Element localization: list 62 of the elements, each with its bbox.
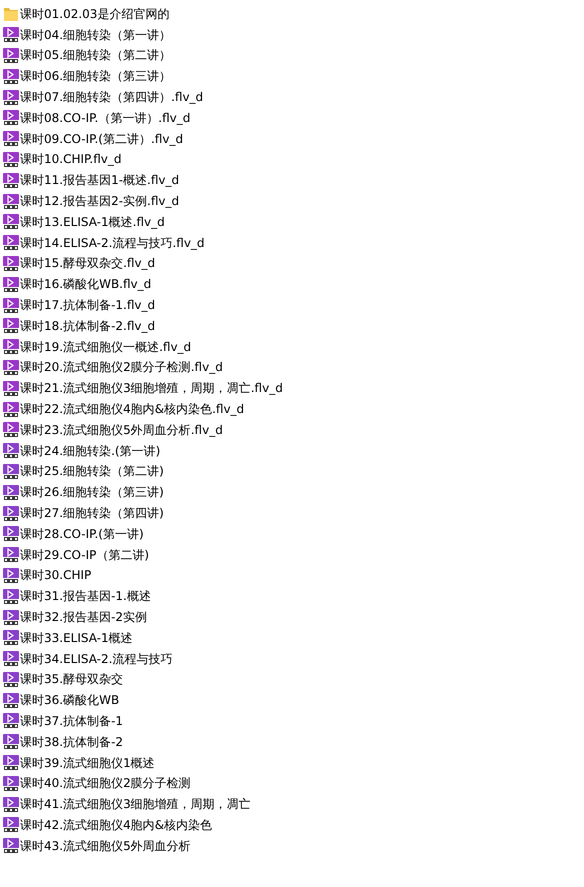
video-file-icon [3,318,19,334]
file-name[interactable]: 课时25.细胞转染（第二讲) [20,463,164,480]
file-name[interactable]: 课时39.流式细胞仪1概述 [20,754,155,772]
file-name[interactable]: 课时32.报告基因-2实例 [20,609,148,626]
video-file-icon [3,131,19,148]
video-file-icon [3,214,19,230]
video-file-icon [3,235,19,252]
file-name[interactable]: 课时34.ELISA-2.流程与技巧 [20,650,172,668]
file-name[interactable]: 课时11.报告基因1-概述.flv_d [20,172,180,190]
file-name[interactable]: 课时01.02.03是介绍官网的 [20,6,170,23]
file-name[interactable]: 课时06.细胞转染（第三讲） [20,68,172,86]
file-name[interactable]: 课时07.细胞转染（第四讲）.flv_d [20,89,204,106]
video-file-icon [3,402,19,418]
file-name[interactable]: 课时21.流式细胞仪3细胞增殖，周期，凋亡.flv_d [20,380,283,398]
file-name[interactable]: 课时04.细胞转染（第一讲） [20,26,172,44]
file-name[interactable]: 课时13.ELISA-1概述.flv_d [20,214,165,231]
video-file-icon [3,152,19,168]
file-name[interactable]: 课时36.磷酸化WB [20,692,120,710]
file-name[interactable]: 课时10.CHIP.flv_d [20,151,122,168]
video-file-icon [3,68,19,85]
file-name[interactable]: 课时18.抗体制备-2.flv_d [20,318,156,335]
file-name[interactable]: 课时09.CO-IP.(第二讲）.flv_d [20,130,184,148]
folder-icon [3,6,19,22]
file-name[interactable]: 课时24.细胞转染.(第一讲) [20,442,160,460]
file-name[interactable]: 课时28.CO-IP.(第一讲) [20,526,144,543]
video-file-icon [3,27,19,44]
video-file-icon [3,256,19,272]
video-file-icon [3,380,19,397]
file-name[interactable]: 课时41.流式细胞仪3细胞增殖，周期，凋亡 [20,796,251,814]
file-name[interactable]: 课时15.酵母双杂交.flv_d [20,255,156,272]
file-name[interactable]: 课时08.CO-IP.（第一讲）.flv_d [20,110,190,127]
file-name[interactable]: 课时16.磷酸化WB.flv_d [20,276,152,294]
file-name[interactable]: 课时43.流式细胞仪5外周血分析 [20,838,191,855]
file-name[interactable]: 课时30.CHIP [20,567,92,584]
file-name[interactable]: 课时05.细胞转染（第二讲） [20,47,172,64]
file-name[interactable]: 课时26.细胞转染（第三讲) [20,484,164,502]
file-name[interactable]: 课时22.流式细胞仪4胞内&核内染色.flv_d [20,401,244,418]
file-name[interactable]: 课时37.抗体制备-1 [20,712,124,730]
file-name[interactable]: 课时40.流式细胞仪2膜分子检测 [20,775,191,792]
video-file-icon [3,298,19,314]
video-file-icon [3,110,19,126]
video-file-icon [3,48,19,64]
file-name[interactable]: 课时14.ELISA-2.流程与技巧.flv_d [20,234,205,252]
file-name[interactable]: 课时20.流式细胞仪2膜分子检测.flv_d [20,359,223,376]
file-name[interactable]: 课时31.报告基因-1.概述 [20,588,151,606]
file-name[interactable]: 课时27.细胞转染（第四讲) [20,505,164,522]
file-name[interactable]: 课时35.酵母双杂交 [20,671,124,688]
file-name[interactable]: 课时12.报告基因2-实例.flv_d [20,193,180,210]
file-name[interactable]: 课时38.抗体制备-2 [20,734,124,751]
video-file-icon [3,276,19,293]
file-name[interactable]: 课时23.流式细胞仪5外周血分析.flv_d [20,422,223,439]
video-file-icon [3,194,19,210]
file-name[interactable]: 课时29.CO-IP（第二讲) [20,546,150,564]
video-file-icon [3,339,19,356]
file-name[interactable]: 课时42.流式细胞仪4胞内&核内染色 [20,816,212,834]
file-name[interactable]: 课时17.抗体制备-1.flv_d [20,297,156,314]
video-file-icon [3,360,19,376]
file-name[interactable]: 课时33.ELISA-1概述 [20,630,133,647]
video-file-icon [3,422,19,438]
file-name[interactable]: 课时19.流式细胞仪一概述.flv_d [20,338,192,356]
video-file-icon [3,172,19,189]
video-file-icon [3,90,19,106]
